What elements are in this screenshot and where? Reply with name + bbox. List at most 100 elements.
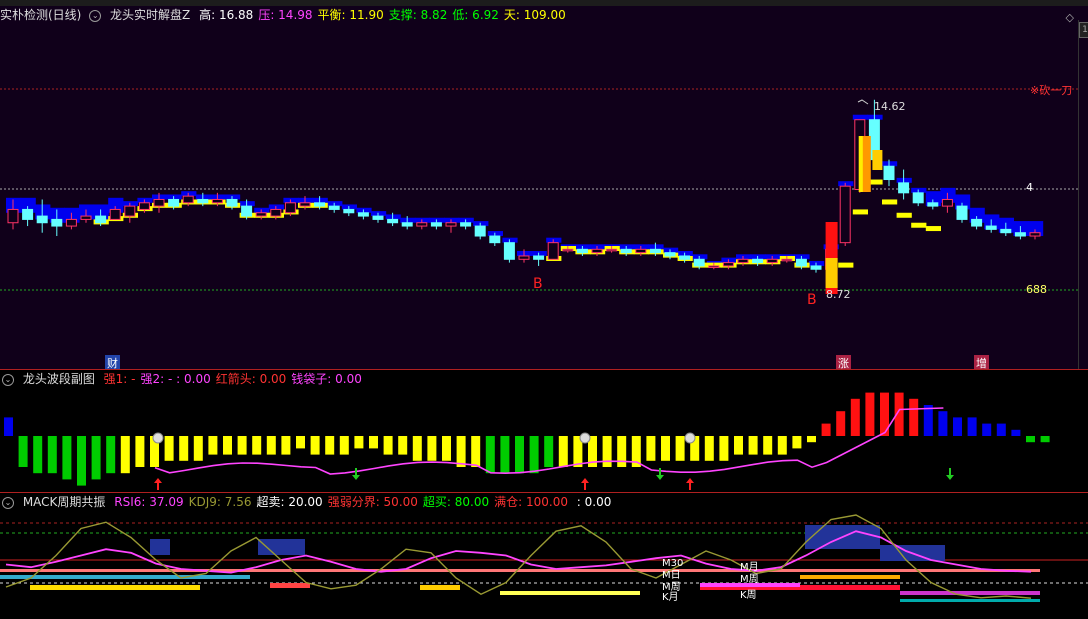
candle-body <box>299 202 311 207</box>
level-688-label: 688 <box>1026 283 1047 296</box>
candlestick-chart <box>0 88 1078 294</box>
wave-bar <box>544 436 554 467</box>
candle-body <box>489 235 501 244</box>
trend-cloud-segment <box>721 257 737 263</box>
candle-body <box>357 212 369 217</box>
mack-header-value-6: : 0.00 <box>572 495 612 509</box>
wave-header-value-0: 强1: - <box>103 372 136 386</box>
candle-body <box>752 258 764 264</box>
wave-bar <box>310 436 320 455</box>
trend-cloud-segment <box>867 114 883 120</box>
wave-bar <box>4 417 13 436</box>
mack-subchart-panel[interactable]: ⌄ MACK周期共振 RSI6: 37.09 KDJ9: 7.56 超卖: 20.0… <box>0 493 1088 619</box>
wave-header-value-2: 红箭头: 0.00 <box>215 372 287 386</box>
cycle-label-mweek-2: M周 <box>740 574 759 585</box>
main-chart-panel[interactable]: 实朴检测(日线) ⌄ 龙头实时解盘Z 高: 16.88 压: 14.98 平衡: 1… <box>0 0 1088 370</box>
wave-bar <box>909 398 919 436</box>
wave-bar <box>237 436 247 455</box>
cycle-label-m30: M30 <box>662 558 684 569</box>
mack-header-value-3: 强弱分界: 50.00 <box>327 495 418 509</box>
candle-body <box>956 205 968 220</box>
candle-body <box>109 208 121 220</box>
wave-bar <box>47 436 57 474</box>
wave-bar <box>120 436 130 474</box>
level-4-label: 4 <box>1026 181 1033 194</box>
wave-bar <box>135 436 145 467</box>
support-band-segment <box>838 262 854 268</box>
candle-body <box>722 262 734 267</box>
candle-body <box>270 208 282 217</box>
cycle-band <box>0 569 1040 572</box>
support-band-segment <box>852 209 868 215</box>
wave-bar <box>427 436 437 461</box>
wave-bar <box>850 398 860 436</box>
wave-bar <box>339 436 349 455</box>
trend-cloud-segment <box>809 260 825 266</box>
mack-settings-icon[interactable]: ⌄ <box>2 496 14 509</box>
right-scrollbar[interactable]: 1 <box>1078 20 1088 370</box>
trend-cloud-segment <box>137 197 153 203</box>
event-tag-zhang[interactable]: 涨 <box>836 355 851 370</box>
trend-cloud-segment <box>487 231 503 237</box>
candle-body <box>284 202 296 214</box>
wave-bar <box>485 436 495 474</box>
candle-body <box>153 198 165 207</box>
candle-body <box>912 192 924 204</box>
candle-body <box>474 225 486 237</box>
candle-body <box>985 225 997 230</box>
trend-cloud-segment <box>852 114 868 120</box>
trend-cloud-segment <box>517 250 533 256</box>
wave-bar <box>529 436 539 474</box>
trend-cloud-segment <box>210 194 226 200</box>
candle-body <box>664 252 676 257</box>
main-header-value-3: 支撑: 8.82 <box>388 8 448 22</box>
cycle-band <box>150 539 170 555</box>
wave-bar <box>354 436 364 449</box>
candle-body <box>51 218 63 227</box>
scroll-thumb[interactable]: 1 <box>1079 22 1088 38</box>
wave-bar <box>500 436 510 474</box>
buy-arrow-icon <box>581 478 589 490</box>
settings-toggle-icon[interactable]: ⌄ <box>89 9 102 22</box>
wave-bar <box>412 436 422 461</box>
candle-body <box>22 208 34 220</box>
candle-body <box>211 198 223 204</box>
trend-cloud-segment <box>692 254 708 260</box>
surge-bar-yellow <box>825 258 838 288</box>
candle-body <box>328 205 340 210</box>
trend-cloud-segment <box>371 211 387 217</box>
wave-bar <box>836 411 846 436</box>
cycle-band <box>800 575 900 579</box>
trend-cloud-segment <box>473 221 489 227</box>
wave-settings-icon[interactable]: ⌄ <box>2 373 14 386</box>
candle-body <box>226 198 238 207</box>
wave-bar <box>938 411 948 436</box>
trend-cloud-segment <box>283 197 299 203</box>
candle-body <box>36 215 48 224</box>
buy-marker-2: B <box>807 292 817 308</box>
wave-bar <box>1026 436 1035 443</box>
candle-body <box>576 248 588 254</box>
trend-cloud-segment <box>122 201 138 207</box>
trend-cloud-segment <box>181 191 197 197</box>
surge-bar-highlight <box>858 136 863 192</box>
cycle-label-kweek: K周 <box>740 590 757 601</box>
mack-header: ⌄ MACK周期共振 RSI6: 37.09 KDJ9: 7.56 超卖: 20.0… <box>0 494 621 510</box>
trend-cloud-segment <box>896 177 912 183</box>
wave-bar <box>369 436 378 449</box>
event-tag-cai[interactable]: 财 <box>105 355 120 370</box>
support-band-segment <box>911 222 927 228</box>
trend-cloud-segment <box>195 194 211 200</box>
cycle-label-mday: M日 <box>662 570 681 581</box>
candle-body <box>197 198 209 204</box>
candle-body <box>766 258 778 264</box>
wave-subchart-panel[interactable]: ⌄ 龙头波段副图 强1: - 强2: - : 0.00 红箭头: 0.00 钱袋子: … <box>0 370 1088 493</box>
wave-bar <box>763 436 773 455</box>
candle-body <box>416 222 428 227</box>
candle-body <box>124 205 136 217</box>
trend-cloud-segment <box>531 250 547 256</box>
wave-bar <box>77 436 86 486</box>
wave-bar <box>602 436 612 467</box>
event-tag-zeng[interactable]: 增 <box>974 355 989 370</box>
orange-candle-2 <box>872 150 883 170</box>
